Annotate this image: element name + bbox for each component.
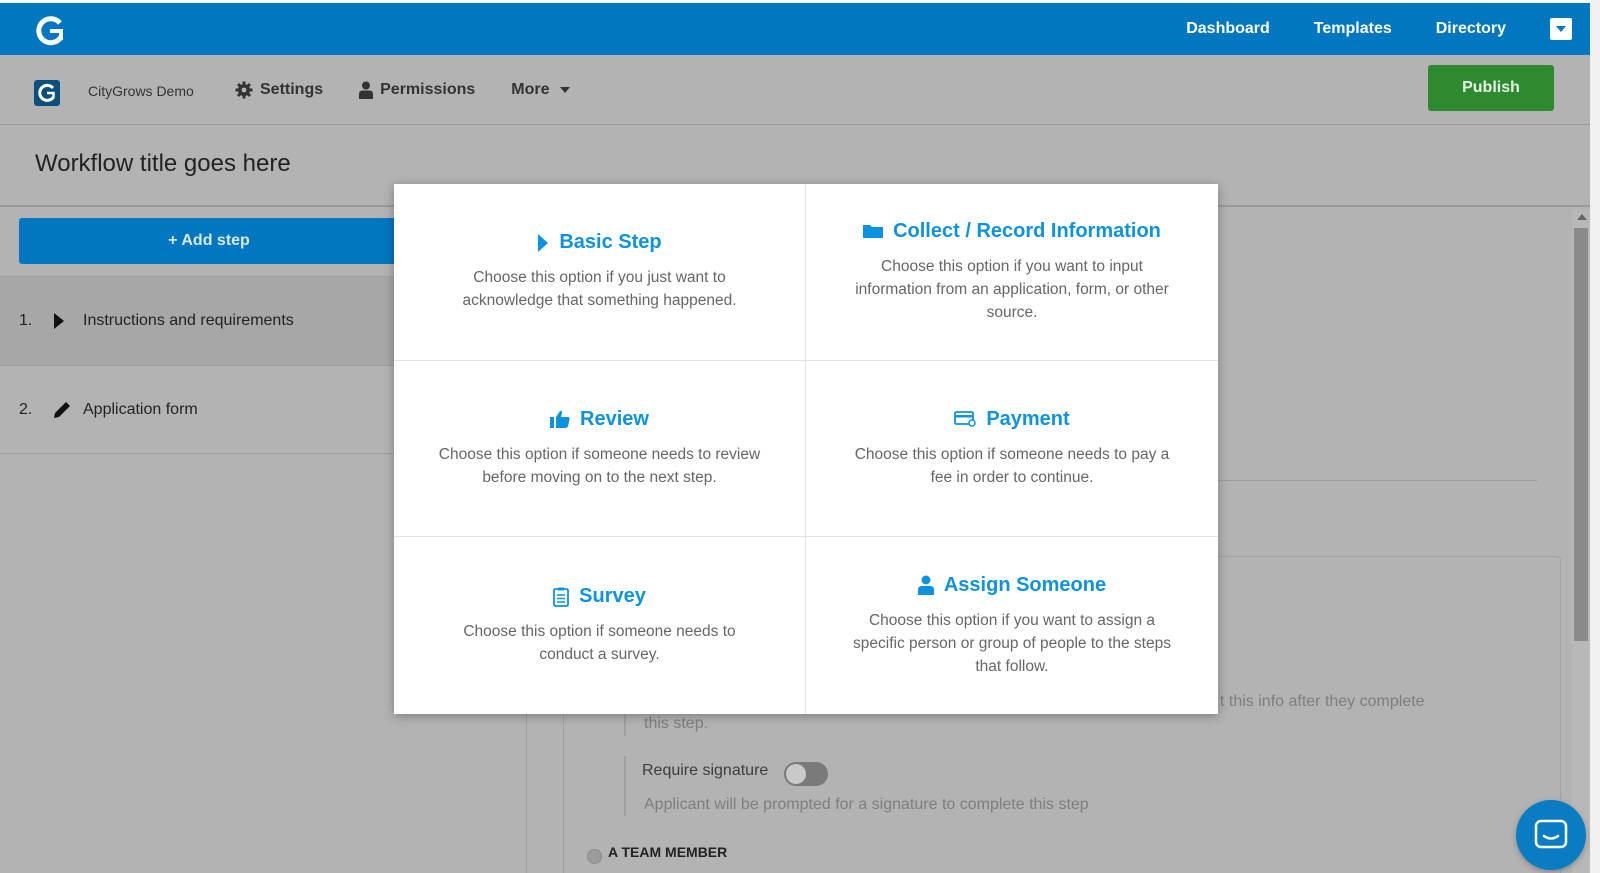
divider xyxy=(624,756,626,816)
user-icon xyxy=(917,575,934,596)
option-description: Choose this option if you just want to a… xyxy=(462,269,737,310)
step-label: Application form xyxy=(83,400,198,418)
option-description: Choose this option if someone needs to p… xyxy=(854,445,1170,486)
option-description: Choose this option if you want to assign… xyxy=(853,611,1171,675)
require-signature-label: Require signature xyxy=(642,762,769,779)
team-member-label: A TEAM MEMBER xyxy=(608,844,728,860)
pencil-icon xyxy=(53,401,83,419)
edit-note-continued: this step. xyxy=(644,715,709,732)
option-survey[interactable]: Survey Choose this option if someone nee… xyxy=(394,537,806,714)
step-type-modal: Basic Step Choose this option if you jus… xyxy=(394,184,1218,714)
scroll-up-icon[interactable] xyxy=(1577,214,1587,220)
chat-icon xyxy=(1534,819,1568,849)
settings-label: Settings xyxy=(260,81,324,98)
org-logo-icon xyxy=(34,80,60,106)
clipboard-icon xyxy=(553,587,570,607)
permissions-menu-item[interactable]: Permissions xyxy=(359,81,475,99)
workflow-menu: Settings Permissions More xyxy=(235,81,606,99)
option-payment[interactable]: Payment Choose this option if someone ne… xyxy=(806,361,1218,538)
play-icon xyxy=(538,233,549,252)
option-description: Choose this option if you want to input … xyxy=(855,257,1169,321)
option-basic-step[interactable]: Basic Step Choose this option if you jus… xyxy=(394,184,806,361)
option-title: Payment xyxy=(986,407,1070,430)
team-member-radio[interactable] xyxy=(587,849,602,864)
option-description: Choose this option if someone needs to r… xyxy=(438,445,761,486)
account-dropdown-icon[interactable] xyxy=(1550,18,1572,40)
nav-directory[interactable]: Directory xyxy=(1436,20,1506,38)
option-collect-information[interactable]: Collect / Record Information Choose this… xyxy=(806,184,1218,361)
play-icon xyxy=(53,313,83,329)
add-step-button[interactable]: + Add step xyxy=(19,218,399,264)
option-title: Assign Someone xyxy=(943,573,1107,596)
step-item-1[interactable]: 1. Instructions and requirements xyxy=(0,276,395,365)
edit-note: t this info after they complete xyxy=(1220,693,1425,710)
window-edge xyxy=(1590,0,1600,873)
publish-button[interactable]: Publish xyxy=(1428,65,1554,111)
credit-card-icon xyxy=(954,411,977,428)
scrollbar-thumb[interactable] xyxy=(1574,228,1588,641)
option-title: Basic Step xyxy=(559,231,662,254)
workflow-title[interactable]: Workflow title goes here xyxy=(35,150,291,178)
more-label: More xyxy=(511,81,550,98)
step-number: 2. xyxy=(19,400,33,418)
user-icon xyxy=(359,81,374,99)
chevron-down-icon xyxy=(559,87,570,93)
settings-menu-item[interactable]: Settings xyxy=(235,81,323,99)
top-nav-bar: Dashboard Templates Directory xyxy=(0,0,1590,55)
step-item-2[interactable]: 2. Application form xyxy=(0,365,395,454)
org-name: CityGrows Demo xyxy=(88,83,194,99)
step-label: Instructions and requirements xyxy=(83,312,294,329)
divider xyxy=(1207,480,1537,481)
option-title: Collect / Record Information xyxy=(893,219,1161,242)
gear-icon xyxy=(235,81,253,99)
thumbs-up-icon xyxy=(550,411,570,429)
option-assign-someone[interactable]: Assign Someone Choose this option if you… xyxy=(806,537,1218,714)
workflow-toolbar: CityGrows Demo Settings Permissions More xyxy=(0,55,1590,125)
step-number: 1. xyxy=(19,312,33,329)
option-title: Review xyxy=(580,407,649,430)
folder-icon xyxy=(863,225,884,239)
chat-launcher-button[interactable] xyxy=(1516,800,1586,870)
option-title: Survey xyxy=(579,585,646,608)
permissions-label: Permissions xyxy=(380,81,476,98)
require-signature-toggle[interactable] xyxy=(784,762,828,786)
option-review[interactable]: Review Choose this option if someone nee… xyxy=(394,360,806,538)
more-menu-item[interactable]: More xyxy=(511,81,570,99)
nav-dashboard[interactable]: Dashboard xyxy=(1186,20,1270,38)
citygrows-logo-icon[interactable] xyxy=(32,13,68,49)
option-description: Choose this option if someone needs to c… xyxy=(463,623,736,664)
signature-note: Applicant will be prompted for a signatu… xyxy=(644,796,1089,813)
step-list: 1. Instructions and requirements 2. Appl… xyxy=(0,276,395,454)
top-nav-links: Dashboard Templates Directory xyxy=(1186,3,1590,55)
nav-templates[interactable]: Templates xyxy=(1314,20,1392,38)
